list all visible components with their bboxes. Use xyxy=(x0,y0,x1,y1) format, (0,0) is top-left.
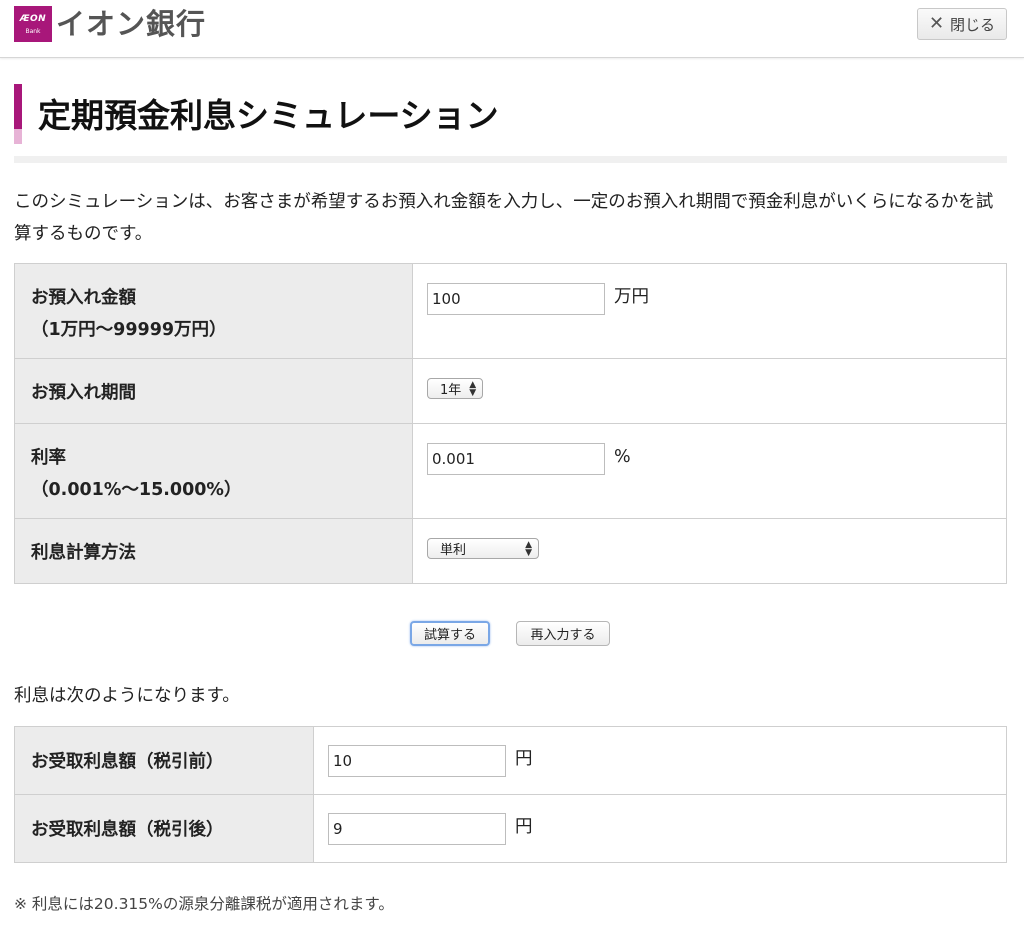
period-selected-value: 1年 xyxy=(440,383,462,398)
amount-field-cell: 万円 xyxy=(412,263,1007,359)
method-field-cell: 単利 ▲ ▼ xyxy=(412,518,1007,584)
close-button[interactable]: ✕ 閉じる xyxy=(917,8,1007,40)
rate-range: （0.001%〜15.000%） xyxy=(31,480,242,500)
amount-input[interactable] xyxy=(427,283,605,315)
logo-mark-subtext: Bank xyxy=(25,28,41,35)
reset-button[interactable]: 再入力する xyxy=(516,621,610,646)
method-select[interactable]: 単利 ▲ ▼ xyxy=(427,538,539,559)
method-label-cell: 利息計算方法 xyxy=(14,518,413,584)
rate-label: 利率 xyxy=(31,448,66,468)
header: ÆON Bank イオン銀行 ✕ 閉じる xyxy=(0,0,1024,58)
calculate-button[interactable]: 試算する xyxy=(410,621,490,646)
select-arrows-icon: ▲ ▼ xyxy=(525,539,532,558)
amount-label: お預入れ金額 xyxy=(31,288,136,308)
close-icon: ✕ xyxy=(928,13,945,34)
tax-note: ※ 利息には20.315%の源泉分離課税が適用されます。 xyxy=(14,895,394,913)
result-intro: 利息は次のようになります。 xyxy=(14,686,240,706)
form-row-period: お預入れ期間 1年 ▲ ▼ xyxy=(14,358,1007,424)
rate-unit: % xyxy=(614,447,631,467)
result-row-before-tax: お受取利息額（税引前） 円 xyxy=(14,726,1007,795)
amount-unit: 万円 xyxy=(614,287,649,307)
title-accent-bar xyxy=(14,84,22,144)
simulation-form: お預入れ金額 （1万円〜99999万円） 万円 お預入れ期間 1年 ▲▼ 利率 … xyxy=(14,263,1007,584)
after-tax-label: お受取利息額（税引後） xyxy=(14,794,314,863)
before-tax-unit: 円 xyxy=(515,748,533,769)
after-tax-field-cell: 円 xyxy=(313,794,1007,863)
period-field-cell: 1年 ▲ ▼ xyxy=(412,358,1007,424)
before-tax-output[interactable] xyxy=(328,744,506,777)
method-selected-value: 単利 xyxy=(440,543,467,558)
rate-input[interactable] xyxy=(427,443,605,475)
period-select[interactable]: 1年 ▲ ▼ xyxy=(427,378,484,399)
method-label: 利息計算方法 xyxy=(31,543,136,563)
intro-text: このシミュレーションは、お客さまが希望するお預入れ金額を入力し、一定のお預入れ期… xyxy=(14,192,994,244)
after-tax-unit: 円 xyxy=(515,816,533,837)
form-row-rate: 利率 （0.001%〜15.000%） % xyxy=(14,423,1007,519)
close-label: 閉じる xyxy=(950,15,996,34)
rate-field-cell: % xyxy=(412,423,1007,519)
result-row-after-tax: お受取利息額（税引後） 円 xyxy=(14,794,1007,863)
rate-label-cell: 利率 （0.001%〜15.000%） xyxy=(14,423,413,519)
aeon-bank-logo: ÆON Bank xyxy=(14,6,52,42)
before-tax-field-cell: 円 xyxy=(313,726,1007,795)
period-label-cell: お預入れ期間 xyxy=(14,358,413,424)
amount-label-cell: お預入れ金額 （1万円〜99999万円） xyxy=(14,263,413,359)
amount-range: （1万円〜99999万円） xyxy=(31,320,227,340)
result-table: お受取利息額（税引前） 円 お受取利息額（税引後） 円 xyxy=(14,726,1007,863)
logo-text: イオン銀行 xyxy=(56,7,207,41)
period-label: お預入れ期間 xyxy=(31,383,136,403)
title-divider xyxy=(14,156,1007,163)
after-tax-output[interactable] xyxy=(328,812,506,845)
before-tax-label: お受取利息額（税引前） xyxy=(14,726,314,795)
page-title: 定期預金利息シミュレーション xyxy=(38,96,499,135)
logo-mark-text: ÆON xyxy=(19,14,47,24)
form-row-method: 利息計算方法 単利 ▲ ▼ xyxy=(14,518,1007,584)
form-row-amount: お預入れ金額 （1万円〜99999万円） 万円 xyxy=(14,263,1007,359)
select-arrows-icon: ▲ ▼ xyxy=(469,379,477,398)
